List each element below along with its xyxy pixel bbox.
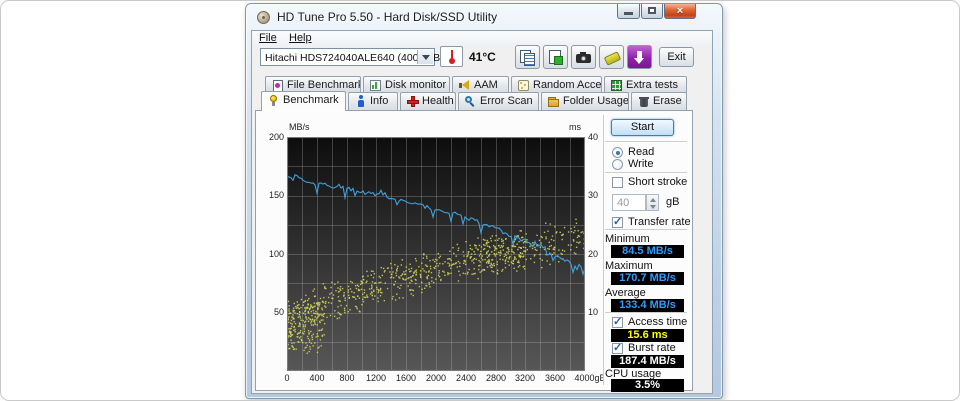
- minimize-icon: [624, 12, 633, 15]
- left-tick: 100: [256, 249, 284, 259]
- right-tick: 20: [588, 249, 612, 259]
- drive-selector-dropdown[interactable]: Hitachi HDS724040ALE640 (4000 gB): [260, 48, 435, 66]
- trash-icon: [637, 95, 650, 108]
- divider: [605, 141, 687, 143]
- left-tick: 50: [256, 307, 284, 317]
- benchmark-plot: [287, 137, 585, 371]
- spin-down-icon[interactable]: [650, 205, 656, 209]
- transfer-rate-label: Transfer rate: [628, 216, 691, 228]
- panel-separator: [603, 115, 605, 385]
- x-tick: 4000gB: [574, 373, 605, 383]
- x-tick: 0: [284, 373, 289, 383]
- speaker-icon: [458, 79, 471, 92]
- start-button[interactable]: Start: [611, 119, 674, 136]
- short-stroke-stepper[interactable]: [646, 194, 659, 211]
- tab-benchmark[interactable]: Benchmark: [261, 91, 346, 111]
- screenshot-frame: HD Tune Pro 5.50 - Hard Disk/SSD Utility…: [0, 0, 960, 401]
- x-tick: 3600: [545, 373, 565, 383]
- window-title: HD Tune Pro 5.50 - Hard Disk/SSD Utility: [277, 10, 497, 24]
- capture-button[interactable]: [627, 45, 652, 69]
- left-tick: 150: [256, 190, 284, 200]
- tab-health[interactable]: Health: [400, 92, 456, 111]
- close-icon: ×: [665, 4, 695, 18]
- titlebar: HD Tune Pro 5.50 - Hard Disk/SSD Utility…: [246, 4, 722, 30]
- menu-help[interactable]: Help: [289, 32, 312, 44]
- maximum-label: Maximum: [605, 260, 653, 272]
- x-tick: 3200: [515, 373, 535, 383]
- x-tick: 2000: [426, 373, 446, 383]
- temperature-button[interactable]: [440, 46, 463, 67]
- x-tick: 1600: [396, 373, 416, 383]
- tab-erase[interactable]: Erase: [631, 92, 687, 111]
- short-stroke-input[interactable]: 40: [612, 194, 646, 211]
- menu-file[interactable]: File: [259, 32, 277, 44]
- magnifier-icon: [464, 95, 477, 108]
- short-stroke-label: Short stroke: [628, 176, 687, 188]
- write-radio[interactable]: [612, 159, 623, 170]
- temperature-label: 41°C: [469, 50, 496, 64]
- maximize-button[interactable]: [641, 4, 663, 19]
- tab-random-access[interactable]: Random Access: [511, 76, 602, 93]
- grid-icon: [610, 79, 623, 92]
- x-tick: 1200: [366, 373, 386, 383]
- burst-rate-checkbox[interactable]: [612, 343, 623, 354]
- bulb-icon: [267, 94, 280, 107]
- maximize-icon: [648, 7, 656, 14]
- health-cross-icon: [406, 95, 419, 108]
- average-value: 133.4 MB/s: [611, 299, 684, 312]
- info-icon: [354, 95, 367, 108]
- app-window: HD Tune Pro 5.50 - Hard Disk/SSD Utility…: [245, 3, 723, 399]
- transfer-rate-checkbox[interactable]: [612, 217, 623, 228]
- folder-icon: [547, 95, 560, 108]
- short-stroke-checkbox[interactable]: [612, 177, 623, 188]
- divider: [605, 312, 687, 314]
- tab-disk-monitor[interactable]: Disk monitor: [363, 76, 450, 93]
- access-time-checkbox[interactable]: [612, 317, 623, 328]
- save-button[interactable]: [599, 45, 624, 69]
- x-tick: 800: [339, 373, 354, 383]
- read-radio-label: Read: [628, 146, 654, 158]
- read-radio[interactable]: [612, 147, 623, 158]
- chevron-down-icon[interactable]: [417, 50, 433, 64]
- left-axis-unit: MB/s: [289, 122, 310, 132]
- right-tick: 30: [588, 190, 612, 200]
- divider: [605, 172, 687, 174]
- x-tick: 2400: [456, 373, 476, 383]
- close-button[interactable]: ×: [664, 4, 696, 19]
- exit-button[interactable]: Exit: [659, 47, 694, 67]
- average-label: Average: [605, 287, 646, 299]
- tab-error-scan[interactable]: Error Scan: [458, 92, 539, 111]
- tab-extra-tests[interactable]: Extra tests: [604, 76, 687, 93]
- x-tick: 400: [309, 373, 324, 383]
- spin-up-icon[interactable]: [650, 198, 656, 202]
- copy-image-button[interactable]: [543, 45, 568, 69]
- thermometer-bulb-icon: [449, 58, 455, 64]
- client-area: File Help Hitachi HDS724040ALE640 (4000 …: [251, 30, 713, 394]
- disk-monitor-icon: [369, 79, 382, 92]
- left-tick: 200: [256, 132, 284, 142]
- divider: [605, 229, 687, 231]
- tab-info[interactable]: Info: [348, 92, 398, 111]
- short-stroke-unit: gB: [666, 196, 679, 208]
- benchmark-tab-page: MB/s ms 200 150 100 50 40 30 20 10 0 400…: [255, 110, 693, 391]
- cpu-usage-value: 3.5%: [611, 379, 684, 392]
- write-radio-label: Write: [628, 158, 653, 170]
- right-axis-unit: ms: [569, 122, 581, 132]
- burst-rate-value: 187.4 MB/s: [611, 355, 684, 368]
- copy-text-button[interactable]: [515, 45, 540, 69]
- burst-rate-label: Burst rate: [628, 342, 676, 354]
- x-tick: 2800: [486, 373, 506, 383]
- tab-folder-usage[interactable]: Folder Usage: [541, 92, 629, 111]
- app-icon: [257, 11, 270, 24]
- minimum-label: Minimum: [605, 233, 650, 245]
- maximum-value: 170.7 MB/s: [611, 272, 684, 285]
- screenshot-button[interactable]: [571, 45, 596, 69]
- dice-icon: [517, 79, 530, 92]
- access-time-label: Access time: [628, 316, 687, 328]
- tab-aam[interactable]: AAM: [452, 76, 509, 93]
- down-arrow-icon: [637, 51, 642, 58]
- minimize-button[interactable]: [617, 4, 640, 19]
- minimum-value: 84.5 MB/s: [611, 245, 684, 258]
- yellow-chip-icon: [604, 51, 621, 65]
